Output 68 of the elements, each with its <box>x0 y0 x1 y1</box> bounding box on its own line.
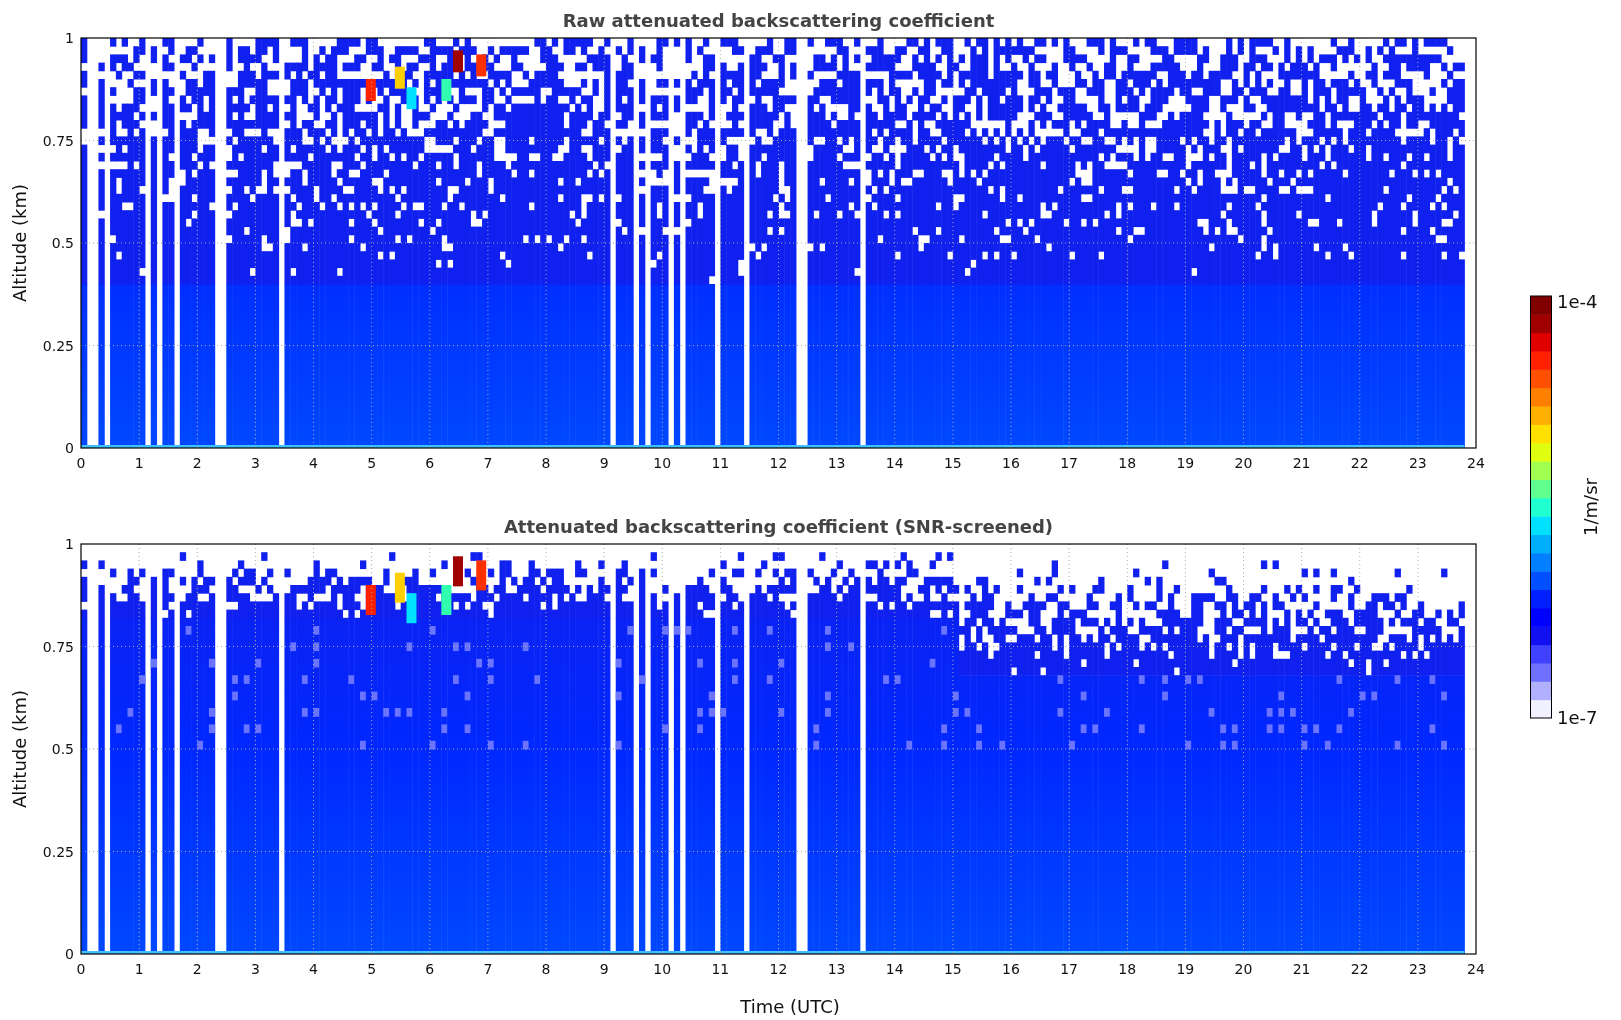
chart-title: Raw attenuated backscattering coefficient <box>561 10 996 32</box>
y-tick-label: 0.5 <box>51 741 74 757</box>
colorbar-unit-label: 1/m/sr <box>1580 478 1601 536</box>
x-tick-label: 19 <box>1176 961 1195 977</box>
x-tick-label: 22 <box>1350 961 1369 977</box>
x-tick-label: 24 <box>1467 961 1485 977</box>
x-tick-label: 10 <box>653 961 672 977</box>
x-tick-label: 6 <box>425 455 435 471</box>
y-tick-label: 0.75 <box>42 132 74 149</box>
x-tick-label: 20 <box>1234 961 1253 977</box>
x-tick-label: 11 <box>711 455 730 471</box>
x-tick-label: 22 <box>1350 455 1369 471</box>
colorbar-min-label: 1e-7 <box>1557 707 1598 728</box>
y-tick-label: 0.5 <box>51 235 74 251</box>
x-tick-label: 13 <box>827 961 846 977</box>
x-tick-label: 0 <box>76 455 86 471</box>
x-tick-label: 15 <box>943 455 962 471</box>
x-tick-label: 16 <box>1002 455 1020 471</box>
x-tick-label: 4 <box>309 961 318 977</box>
x-tick-label: 18 <box>1118 455 1137 471</box>
x-tick-label: 12 <box>769 455 788 471</box>
y-tick-label: 0.75 <box>42 638 74 655</box>
x-tick-label: 8 <box>541 455 551 471</box>
x-tick-label: 24 <box>1467 455 1485 471</box>
y-tick-label: 0 <box>65 946 74 962</box>
x-tick-label: 12 <box>769 961 788 977</box>
x-tick-label: 18 <box>1118 961 1137 977</box>
y-axis-label: Altitude (km) <box>9 689 30 809</box>
x-tick-label: 21 <box>1292 455 1311 471</box>
x-tick-label: 23 <box>1408 455 1427 471</box>
x-tick-label: 2 <box>192 961 202 977</box>
x-tick-label: 20 <box>1234 455 1253 471</box>
x-axis-label: Time (UTC) <box>740 996 840 1018</box>
x-tick-label: 8 <box>541 961 551 977</box>
x-tick-label: 4 <box>309 455 318 471</box>
x-tick-label: 0 <box>76 961 86 977</box>
x-tick-label: 17 <box>1060 455 1079 471</box>
x-tick-label: 5 <box>367 455 377 471</box>
x-tick-label: 11 <box>711 961 730 977</box>
y-tick-label: 1 <box>65 32 74 46</box>
y-axis-label: Altitude (km) <box>9 183 30 303</box>
chart-title: Attenuated backscattering coefficient (SNR-screened) <box>502 516 1055 538</box>
y-tick-label: 0.25 <box>42 843 74 860</box>
colorbar-max-label: 1e-4 <box>1557 291 1598 312</box>
x-tick-label: 19 <box>1176 455 1195 471</box>
x-tick-label: 10 <box>653 455 672 471</box>
x-tick-label: 15 <box>943 961 962 977</box>
x-tick-label: 7 <box>483 455 493 471</box>
x-tick-label: 3 <box>250 961 260 977</box>
x-tick-label: 2 <box>192 455 202 471</box>
y-tick-label: 0.25 <box>42 337 74 354</box>
x-tick-label: 23 <box>1408 961 1427 977</box>
x-tick-label: 9 <box>599 961 609 977</box>
x-tick-label: 14 <box>885 455 904 471</box>
x-tick-label: 3 <box>250 455 260 471</box>
x-tick-label: 17 <box>1060 961 1079 977</box>
x-tick-label: 16 <box>1002 961 1020 977</box>
x-tick-label: 6 <box>425 961 435 977</box>
y-tick-label: 1 <box>65 538 74 552</box>
x-tick-label: 7 <box>483 961 493 977</box>
x-tick-label: 9 <box>599 455 609 471</box>
x-tick-label: 13 <box>827 455 846 471</box>
x-tick-label: 21 <box>1292 961 1311 977</box>
x-tick-label: 14 <box>885 961 904 977</box>
x-tick-label: 5 <box>367 961 377 977</box>
x-tick-label: 1 <box>134 455 144 471</box>
x-tick-label: 1 <box>134 961 144 977</box>
y-tick-label: 0 <box>65 440 74 456</box>
